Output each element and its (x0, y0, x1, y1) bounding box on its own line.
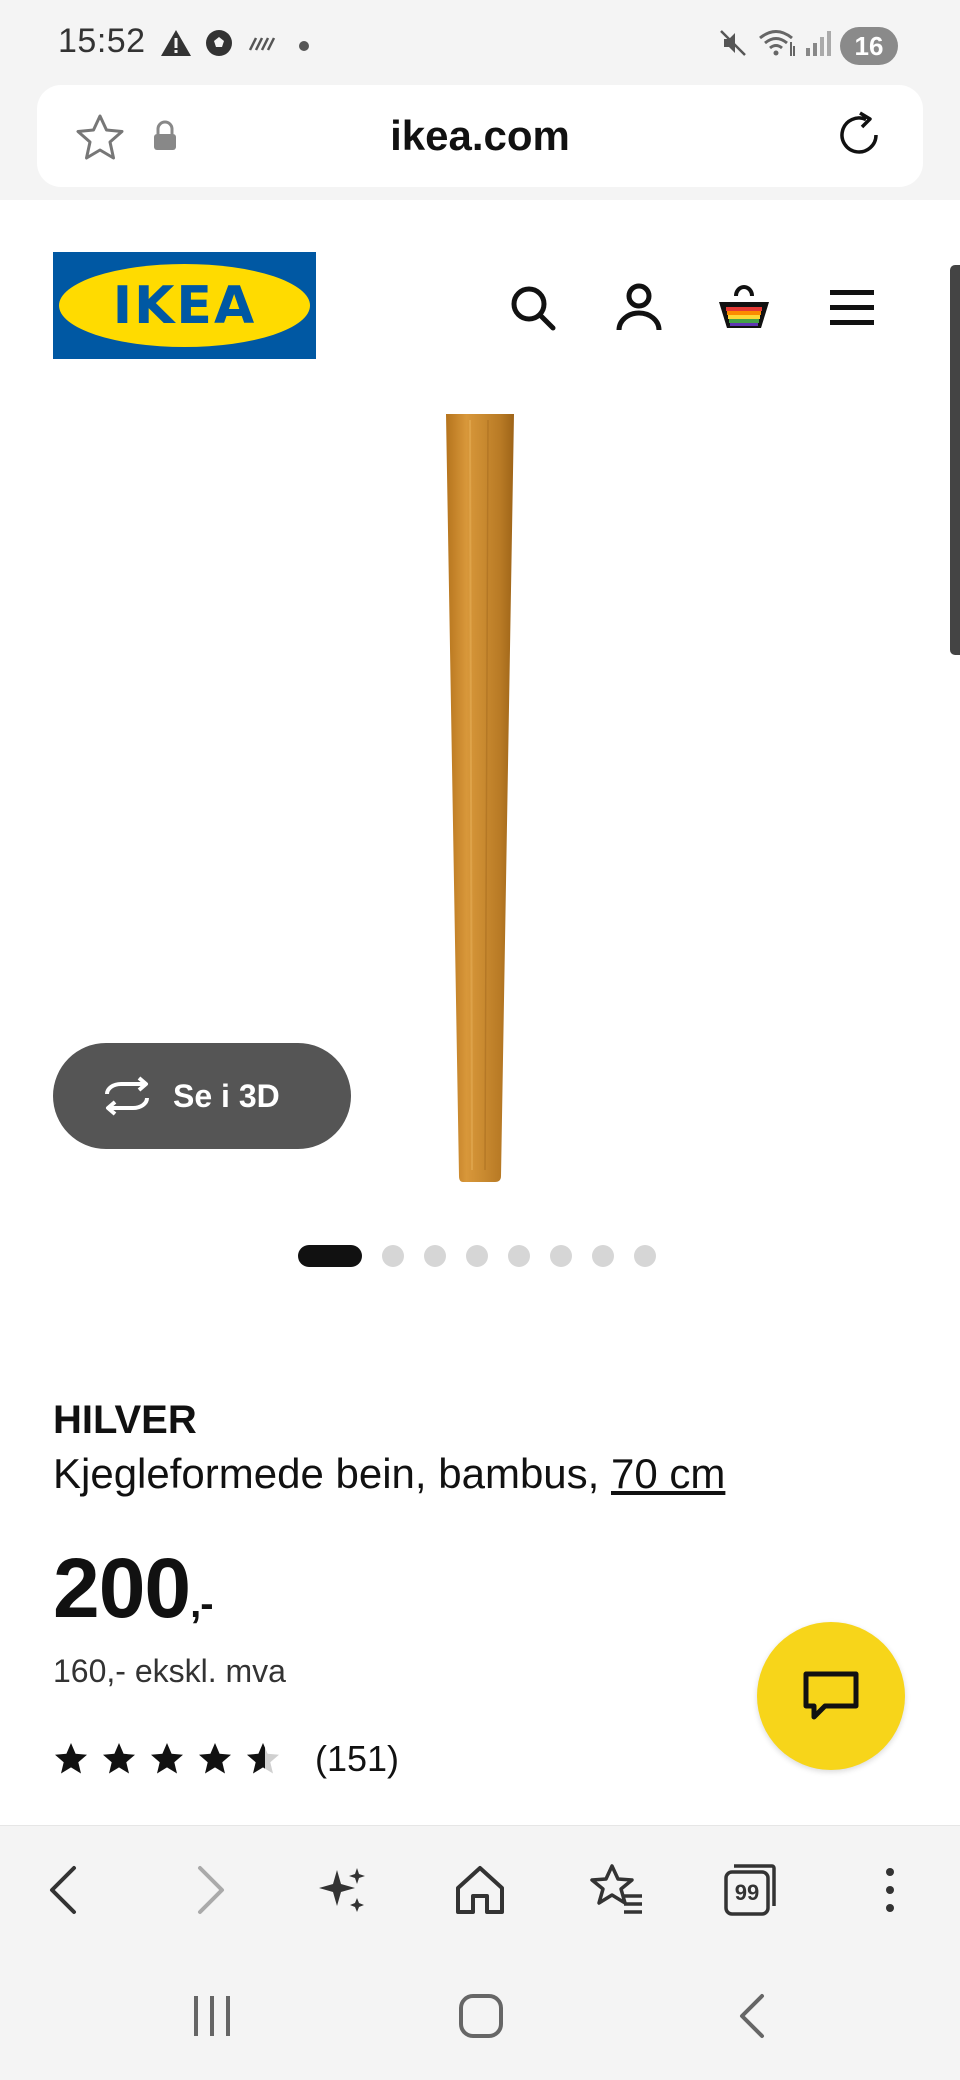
view-3d-button[interactable]: Se i 3D (53, 1043, 351, 1149)
lock-icon (154, 120, 176, 150)
ikea-logo[interactable]: IKEA (53, 252, 316, 359)
signal-icon (806, 31, 831, 56)
logo-text: IKEA (112, 275, 257, 336)
menu-icon[interactable] (826, 280, 882, 336)
data-saver-icon (248, 37, 276, 51)
chat-button[interactable] (757, 1622, 905, 1770)
product-description: Kjegleformede bein, bambus, 70 cm (53, 1450, 725, 1498)
size-link[interactable]: 70 cm (611, 1450, 725, 1497)
star-icon (55, 1743, 87, 1774)
scrollbar[interactable] (950, 265, 960, 655)
soccer-ball-icon (206, 30, 232, 56)
rotate-3d-icon (105, 1076, 149, 1116)
rating[interactable]: (151) (53, 1738, 399, 1780)
half-star-icon (247, 1743, 279, 1774)
carousel-dot[interactable] (298, 1245, 362, 1267)
tabs-count: 99 (734, 1880, 760, 1905)
star-icon (151, 1743, 183, 1774)
star-icon (199, 1743, 231, 1774)
back-icon[interactable] (38, 1862, 94, 1918)
warning-icon (161, 30, 191, 56)
price-suffix: ,- (190, 1582, 213, 1626)
price-value: 200 (53, 1541, 191, 1635)
forward-icon[interactable] (180, 1862, 236, 1918)
star-icon (103, 1743, 135, 1774)
account-icon[interactable] (611, 280, 667, 336)
price-excl-vat: 160,- ekskl. mva (53, 1653, 286, 1689)
reload-icon[interactable] (832, 108, 886, 162)
more-icon[interactable] (862, 1862, 918, 1918)
bookmarks-icon[interactable] (588, 1862, 644, 1918)
search-icon[interactable] (505, 280, 561, 336)
back-nav-icon[interactable] (732, 1990, 772, 2042)
carousel-dot[interactable] (592, 1245, 614, 1267)
review-count[interactable]: (151) (315, 1738, 399, 1780)
home-icon[interactable] (452, 1862, 508, 1918)
mute-icon (720, 30, 746, 56)
bookmark-star-icon[interactable] (74, 113, 126, 163)
status-time: 15:52 (58, 22, 146, 60)
carousel-dot[interactable] (550, 1245, 572, 1267)
carousel-indicator[interactable] (298, 1245, 656, 1267)
home-nav-icon[interactable] (456, 1990, 506, 2042)
carousel-dot[interactable] (424, 1245, 446, 1267)
product-description-text: Kjegleformede bein, bambus, (53, 1450, 600, 1497)
dot-icon (299, 41, 309, 51)
product-image[interactable] (420, 410, 540, 1190)
chat-bubble-icon (803, 1671, 859, 1720)
carousel-dot[interactable] (382, 1245, 404, 1267)
basket-icon[interactable] (716, 280, 772, 336)
price: 200,- (53, 1540, 214, 1637)
carousel-dot[interactable] (466, 1245, 488, 1267)
carousel-dot[interactable] (508, 1245, 530, 1267)
carousel-dot[interactable] (634, 1245, 656, 1267)
view-3d-label: Se i 3D (173, 1077, 280, 1114)
tabs-button[interactable]: 99 (722, 1862, 778, 1918)
product-name: HILVER (53, 1398, 197, 1442)
recent-apps-icon[interactable] (190, 1990, 236, 2042)
battery-indicator: 16 (840, 27, 898, 65)
ai-sparkle-icon[interactable] (315, 1862, 371, 1918)
wifi-icon (759, 30, 795, 56)
